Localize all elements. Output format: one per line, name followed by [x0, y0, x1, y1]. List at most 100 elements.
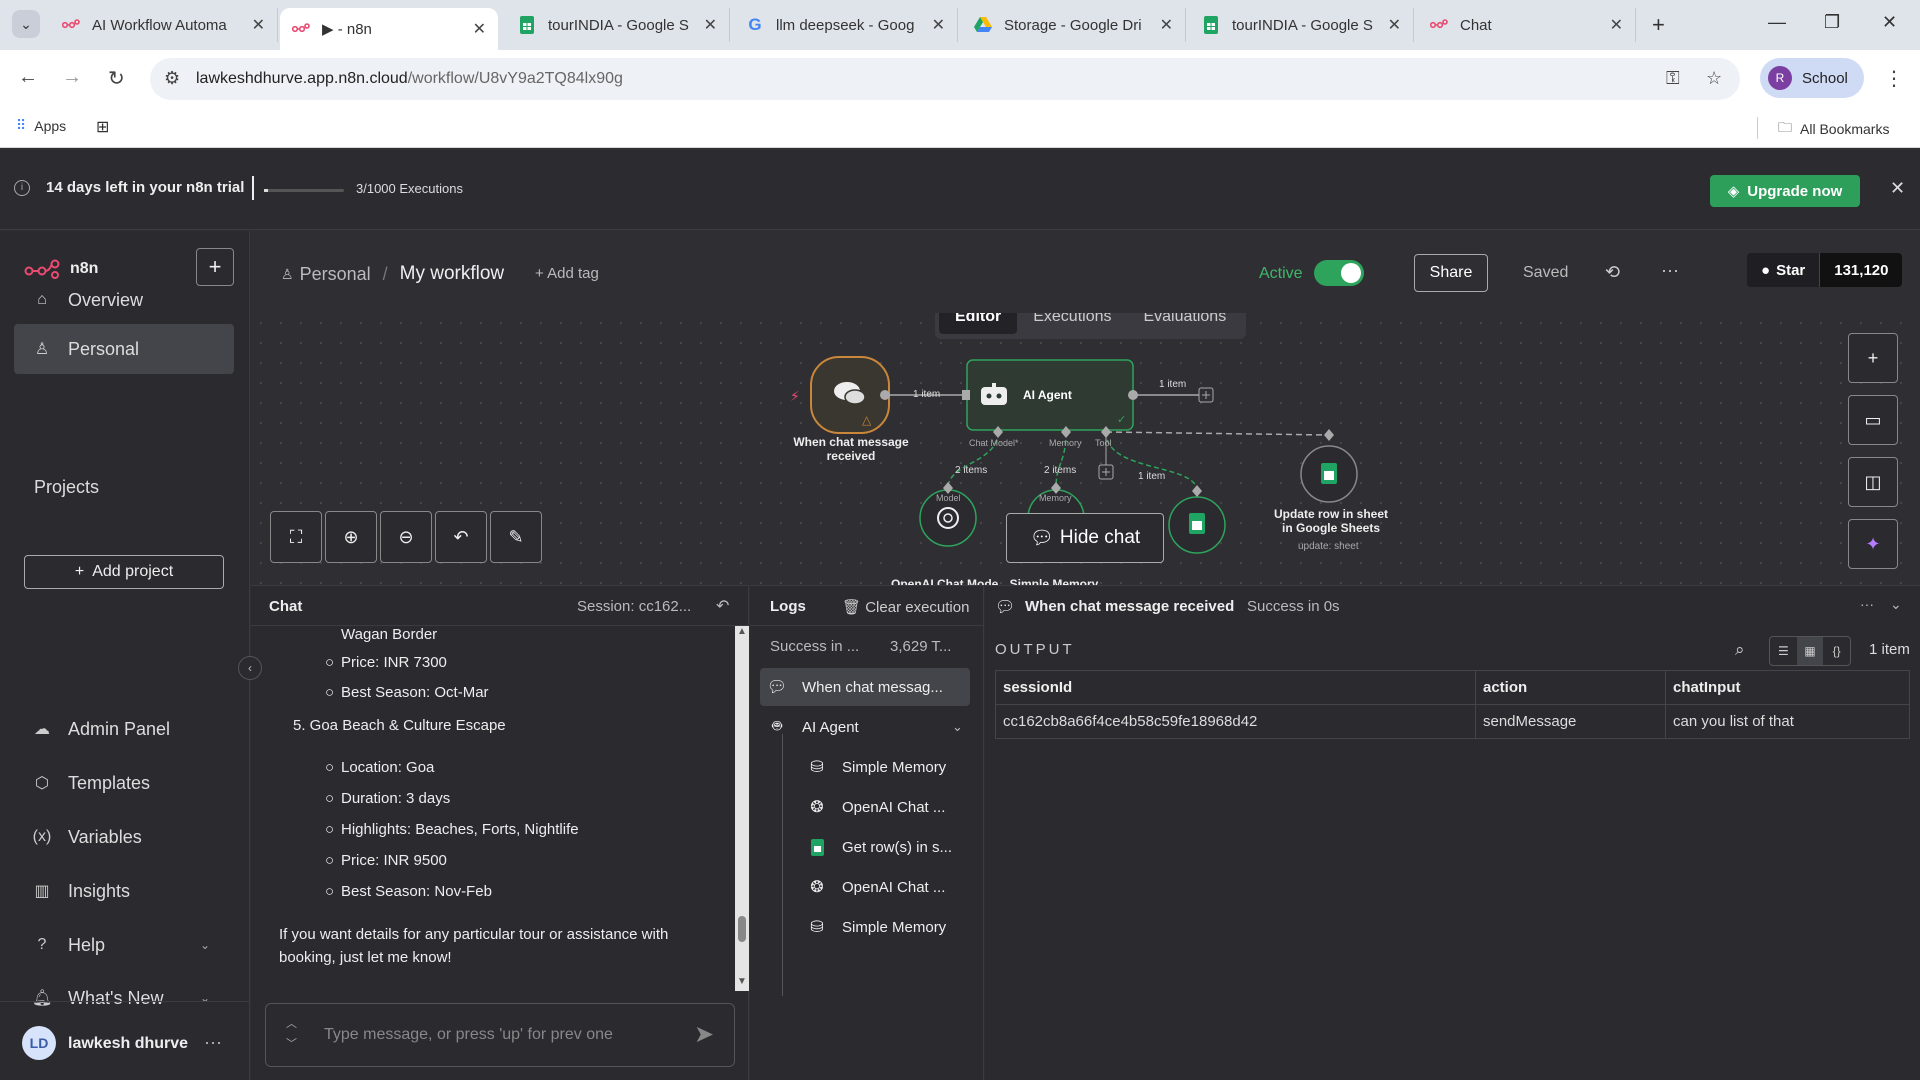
panel-icon: ◫ [1864, 471, 1882, 492]
column-header: action [1475, 670, 1666, 705]
close-icon[interactable]: ✕ [1610, 15, 1623, 35]
collapse-sidebar-button[interactable]: ‹ [238, 656, 262, 680]
zoom-in-icon: ⊕ [343, 526, 359, 547]
add-node-button[interactable]: + [1848, 333, 1898, 383]
table-cell[interactable]: sendMessage [1475, 704, 1666, 739]
sidebar-item-variables[interactable]: (x) Variables [14, 812, 234, 862]
reload-icon[interactable]: ↻ [108, 66, 125, 91]
user-menu[interactable]: LD lawkesh dhurve ··· [0, 1001, 250, 1080]
scroll-down-icon[interactable]: ▼ [737, 976, 747, 987]
reset-zoom-button[interactable]: ↶ [435, 511, 487, 563]
sidebar-item-insights[interactable]: ▥ Insights [14, 866, 234, 916]
browser-tab[interactable]: tourINDIA - Google S ✕ [1190, 8, 1414, 42]
sidebar-item-personal[interactable]: ♙ Personal [14, 324, 234, 374]
history-icon[interactable]: ⟲ [1605, 262, 1620, 283]
tidy-up-button[interactable]: ✎ [490, 511, 542, 563]
table-cell[interactable]: cc162cb8a66f4ce4b58c59fe18968d42 [995, 704, 1476, 739]
upgrade-button[interactable]: ◈ Upgrade now [1710, 175, 1860, 207]
table-cell[interactable]: can you list of that [1665, 704, 1910, 739]
more-icon[interactable]: ··· [204, 1032, 222, 1053]
site-settings-icon[interactable]: ⚙ [164, 68, 180, 89]
browser-tab[interactable]: tourINDIA - Google S ✕ [506, 8, 730, 42]
close-icon[interactable]: ✕ [704, 15, 717, 35]
browser-menu-icon[interactable]: ⋮ [1884, 66, 1904, 91]
forward-icon[interactable]: → [62, 66, 82, 89]
close-icon[interactable]: ✕ [252, 15, 265, 35]
scroll-thumb[interactable] [738, 916, 746, 942]
log-item-memory[interactable]: ⛁ Simple Memory [806, 908, 946, 946]
sidebar-item-overview[interactable]: ⌂ Overview [14, 275, 234, 325]
chat-icon: 💬︎ [1029, 528, 1054, 549]
sticky-note-button[interactable]: ▭ [1848, 395, 1898, 445]
breadcrumb-project[interactable]: Personal [300, 264, 371, 285]
close-icon[interactable]: ✕ [473, 19, 486, 39]
chat-line: Highlights: Beaches, Forts, Nightlife [341, 821, 579, 838]
add-project-button[interactable]: + Add project [24, 555, 224, 589]
schema-view-icon[interactable]: ☰ [1770, 637, 1797, 665]
browser-tab[interactable]: Chat ✕ [1418, 8, 1636, 42]
log-item-agent[interactable]: 🤖︎ AI Agent ⌄ [766, 708, 976, 746]
log-item-openai[interactable]: ❂ OpenAI Chat ... [806, 868, 945, 906]
zoom-in-button[interactable]: ⊕ [325, 511, 377, 563]
password-key-icon[interactable]: ⚿ [1666, 68, 1680, 89]
tab-search-button[interactable]: ⌄ [12, 10, 40, 38]
new-tab-button[interactable]: + [1652, 12, 1665, 38]
log-item-memory[interactable]: ⛁ Simple Memory [806, 748, 946, 786]
bookmark-star-icon[interactable]: ☆ [1706, 68, 1722, 89]
search-icon[interactable]: ⌕ [1735, 640, 1745, 660]
scroll-up-icon[interactable]: ▲ [737, 626, 747, 637]
active-label: Active [1259, 265, 1303, 282]
chevron-down-icon[interactable]: ⌄ [1890, 596, 1902, 613]
browser-tab[interactable]: AI Workflow Automa ✕ [50, 8, 278, 42]
back-icon[interactable]: ← [18, 66, 38, 89]
browser-tab[interactable]: Storage - Google Dri ✕ [962, 8, 1186, 42]
chevron-down-icon[interactable]: ⌄ [952, 719, 963, 735]
tab-editor[interactable]: Editor [939, 313, 1018, 334]
profile-chip[interactable]: R School [1760, 58, 1864, 98]
close-icon[interactable]: ✕ [1160, 15, 1173, 35]
history-arrows-icon[interactable]: ︿ ﹀ [286, 1014, 297, 1054]
more-icon[interactable]: ··· [1860, 596, 1874, 612]
all-bookmarks[interactable]: 🗀 All Bookmarks [1778, 117, 1889, 141]
ai-assistant-button[interactable]: ✦ [1848, 519, 1898, 569]
log-item-sheets[interactable]: Get row(s) in s... [806, 828, 952, 866]
chat-input[interactable]: ︿ ﹀ Type message, or press 'up' for prev … [265, 1003, 735, 1067]
github-star-button[interactable]: ● Star 131,120 [1747, 253, 1903, 287]
clear-execution-button[interactable]: 🗑︎ Clear execution [842, 598, 969, 616]
reset-session-icon[interactable]: ↶ [716, 596, 729, 616]
send-icon[interactable]: ➤ [694, 1020, 714, 1049]
chat-scrollbar[interactable]: ▲ ▼ [735, 626, 749, 991]
close-icon[interactable]: ✕ [1890, 178, 1905, 199]
sidebar-item-help[interactable]: ? Help ⌄ [14, 920, 234, 970]
close-icon[interactable]: ✕ [1388, 15, 1401, 35]
broom-icon: ✎ [508, 526, 524, 547]
active-toggle[interactable] [1314, 260, 1364, 286]
log-item-openai[interactable]: ❂ OpenAI Chat ... [806, 788, 945, 826]
add-tag-button[interactable]: + Add tag [535, 265, 599, 282]
close-icon[interactable]: ✕ [932, 15, 945, 35]
log-item-trigger[interactable]: 💬︎ When chat messag... [760, 668, 970, 706]
workflow-name[interactable]: My workflow [400, 263, 505, 285]
zoom-out-button[interactable]: ⊖ [380, 511, 432, 563]
minimize-icon[interactable]: — [1768, 12, 1786, 33]
tab-evaluations[interactable]: Evaluations [1127, 313, 1242, 334]
workflow-canvas[interactable]: Editor Executions Evaluations △ ⚡ ✓ When… [251, 313, 1920, 585]
sidebar-item-templates[interactable]: ⬡ Templates [14, 758, 234, 808]
chat-icon: 💬︎ [995, 599, 1016, 616]
window-close-icon[interactable]: ✕ [1882, 12, 1897, 33]
table-view-icon[interactable]: ▦ [1796, 637, 1824, 665]
more-icon[interactable]: ··· [1661, 260, 1679, 281]
share-button[interactable]: Share [1414, 254, 1488, 292]
tab-groups-icon[interactable]: ⊞ [96, 117, 109, 137]
restore-icon[interactable]: ❐ [1824, 12, 1840, 33]
hide-chat-button[interactable]: 💬︎ Hide chat [1006, 513, 1164, 563]
url-bar[interactable]: ⚙ lawkeshdhurve.app.n8n.cloud/workflow/U… [150, 58, 1740, 100]
tab-executions[interactable]: Executions [1017, 313, 1127, 334]
fit-view-button[interactable]: ⛶ [270, 511, 322, 563]
browser-tab[interactable]: G llm deepseek - Goog ✕ [734, 8, 958, 42]
toggle-panel-button[interactable]: ◫ [1848, 457, 1898, 507]
sidebar-item-admin-panel[interactable]: ☁ Admin Panel [14, 704, 234, 754]
json-view-icon[interactable]: {} [1823, 637, 1850, 665]
apps-bookmark[interactable]: ⠿ Apps [16, 117, 66, 134]
browser-tab-active[interactable]: ▶ - n8n ✕ [280, 8, 498, 50]
